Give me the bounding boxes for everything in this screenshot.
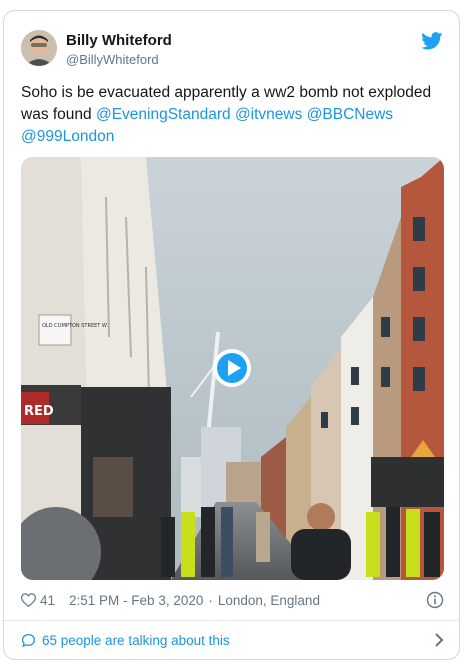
tweet-location[interactable]: London, England xyxy=(218,593,320,608)
play-button[interactable] xyxy=(213,349,251,387)
chevron-right-icon xyxy=(435,633,444,647)
mention-bbcnews[interactable]: @BBCNews xyxy=(307,106,393,123)
mention-itvnews[interactable]: @itvnews xyxy=(235,106,302,123)
speech-bubble-icon xyxy=(21,633,36,647)
conversation-label: 65 people are talking about this xyxy=(42,632,230,648)
video-thumbnail[interactable]: OLD COMPTON STREET W1 RED xyxy=(21,157,444,580)
divider xyxy=(4,620,459,621)
street-sign-text: OLD COMPTON STREET W1 xyxy=(42,323,110,329)
mention-999london[interactable]: @999London xyxy=(21,128,114,145)
mention-eveningstandard[interactable]: @EveningStandard xyxy=(96,106,231,123)
twitter-bird-icon[interactable] xyxy=(421,32,443,50)
tweet-header: Billy Whiteford @BillyWhiteford xyxy=(4,11,459,75)
like-button[interactable]: 41 xyxy=(21,593,55,608)
conversation-link[interactable]: 65 people are talking about this xyxy=(21,629,444,651)
tweet-text: Soho is be evacuated apparently a ww2 bo… xyxy=(21,82,441,148)
shop-sign-text: RED xyxy=(24,404,54,419)
heart-icon xyxy=(21,593,36,607)
tweet-timestamp[interactable]: 2:51 PM - Feb 3, 2020 xyxy=(69,593,203,608)
meta-separator: · xyxy=(208,592,213,608)
play-icon xyxy=(217,353,247,383)
tweet-card: Billy Whiteford @BillyWhiteford Soho is … xyxy=(3,10,460,660)
info-icon[interactable] xyxy=(426,591,444,609)
like-count: 41 xyxy=(40,592,56,608)
author-handle[interactable]: @BillyWhiteford xyxy=(66,52,159,67)
tweet-meta: 41 2:51 PM - Feb 3, 2020 · London, Engla… xyxy=(21,589,444,611)
author-name[interactable]: Billy Whiteford xyxy=(66,32,172,49)
avatar[interactable] xyxy=(21,30,57,66)
